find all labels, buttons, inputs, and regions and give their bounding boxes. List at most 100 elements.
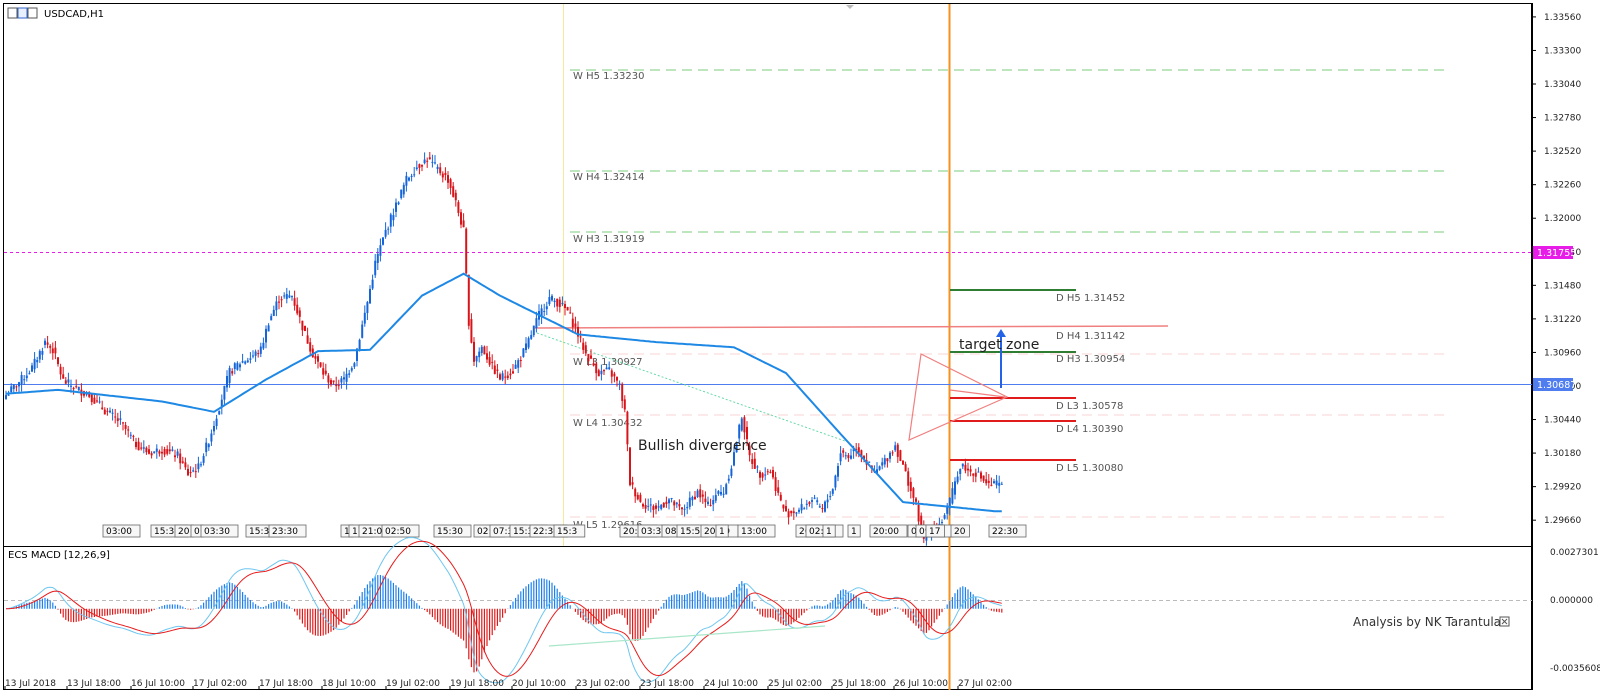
candle-body: [894, 445, 897, 451]
candle-body: [124, 424, 127, 429]
candle-body: [132, 435, 135, 437]
weekly-pivots: W H5 1.33230 W H4 1.32414 W H3 1.31919 W…: [570, 69, 1450, 531]
candle-body: [431, 161, 434, 163]
candle-body: [5, 395, 7, 399]
candle-body: [106, 410, 109, 412]
candle-body: [314, 356, 317, 359]
chart-window: USDCAD,H1 W H5 1.33230 W H4 1.32414 W H3…: [3, 3, 1600, 690]
candle-body: [647, 505, 650, 507]
candle-body: [730, 468, 733, 476]
candle-body: [512, 371, 514, 374]
candle-body: [210, 433, 213, 442]
candle-body: [727, 478, 730, 481]
candle-body: [964, 464, 967, 471]
candle-body: [592, 363, 595, 366]
candle-body: [998, 482, 1001, 486]
candle-body: [369, 288, 371, 304]
candle-body: [480, 346, 483, 353]
candle-body: [558, 299, 561, 307]
candle-body: [70, 385, 72, 387]
candle-body: [974, 472, 977, 477]
candle-body: [51, 348, 54, 354]
candle-body: [239, 364, 241, 368]
credit-label: Analysis by NK Tarantula: [1353, 615, 1501, 629]
candle-body: [738, 424, 741, 439]
session-box-label: 21:0: [362, 527, 382, 537]
candle-body: [660, 504, 663, 509]
w-h4-label: W H4 1.32414: [573, 172, 644, 183]
candle-body: [621, 383, 624, 401]
candle-body: [743, 417, 746, 433]
target-arrow-icon[interactable]: [996, 329, 1006, 337]
session-box-label: 03:00: [106, 527, 132, 537]
macd-signal-line: [5, 540, 1002, 677]
candle-body: [49, 345, 52, 348]
price-tick-label: 1.33300: [1544, 46, 1581, 56]
chart-type-icon: [7, 7, 18, 19]
candle-body: [694, 496, 696, 500]
candle-body: [623, 399, 626, 410]
time-tick-label: 26 Jul 10:00: [894, 679, 948, 689]
candle-body: [174, 455, 176, 458]
candle-body: [527, 338, 530, 348]
candle-body: [616, 377, 618, 381]
session-box-label: 1: [719, 527, 725, 537]
candle-body: [129, 434, 132, 436]
candle-body: [847, 455, 850, 459]
resistance-trendline[interactable]: [534, 325, 1169, 329]
candle-body: [202, 456, 205, 463]
macd-tick-bottom: -0.0035608: [1550, 664, 1600, 674]
candle-body: [990, 484, 993, 486]
triangle-midline[interactable]: [949, 389, 1006, 398]
candle-body: [525, 343, 527, 350]
candle-body: [265, 328, 267, 343]
candle-body: [881, 462, 884, 466]
candle-body: [280, 299, 283, 301]
candle-body: [597, 370, 600, 377]
session-box-label: 20:00: [873, 527, 899, 537]
candle-body: [447, 175, 449, 183]
candle-body: [135, 441, 137, 448]
candle-body: [603, 370, 605, 372]
candle-body: [816, 500, 819, 503]
candle-body: [805, 503, 808, 505]
candle-body: [740, 418, 743, 431]
candle-body: [252, 355, 254, 357]
divergence-label[interactable]: Bullish divergence: [638, 438, 767, 454]
candle-body: [595, 363, 598, 374]
candle-body: [608, 367, 611, 370]
candle-body: [119, 418, 122, 420]
candle-body: [434, 162, 436, 164]
candle-body: [954, 481, 956, 495]
candle-body: [798, 509, 800, 512]
candle-body: [831, 489, 834, 494]
candle-body: [826, 499, 829, 503]
candle-body: [12, 384, 15, 390]
price-axis: 1.33560 1.33300 1.33040 1.32780 1.32520 1.322…: [1532, 13, 1581, 526]
shift-marker-icon[interactable]: [846, 5, 854, 9]
time-tick-label: 27 Jul 02:00: [958, 679, 1012, 689]
session-box-label: 23:30: [272, 527, 298, 537]
candle-body: [231, 371, 234, 374]
candle-body: [361, 324, 364, 338]
candle-body: [306, 335, 309, 344]
session-box-label: 03:30: [204, 527, 230, 537]
candle-body: [956, 476, 959, 483]
macd-line: [5, 536, 1002, 684]
candle-body: [441, 173, 444, 178]
candle-body: [228, 368, 231, 383]
candle-body: [148, 449, 150, 454]
divergence-trendline-macd[interactable]: [548, 625, 826, 647]
time-tick-label: 19 Jul 18:00: [450, 679, 504, 689]
price-tick-label: 1.30960: [1544, 348, 1581, 358]
candle-body: [215, 418, 218, 426]
candle-body: [782, 504, 785, 509]
target-zone-label[interactable]: target zone: [959, 337, 1039, 353]
close-icon[interactable]: [1499, 616, 1510, 627]
candle-body: [714, 495, 717, 501]
candle-body: [241, 361, 244, 363]
candle-body: [116, 418, 119, 421]
candle-body: [402, 184, 405, 195]
candle-body: [943, 515, 946, 519]
candle-body: [137, 441, 140, 451]
